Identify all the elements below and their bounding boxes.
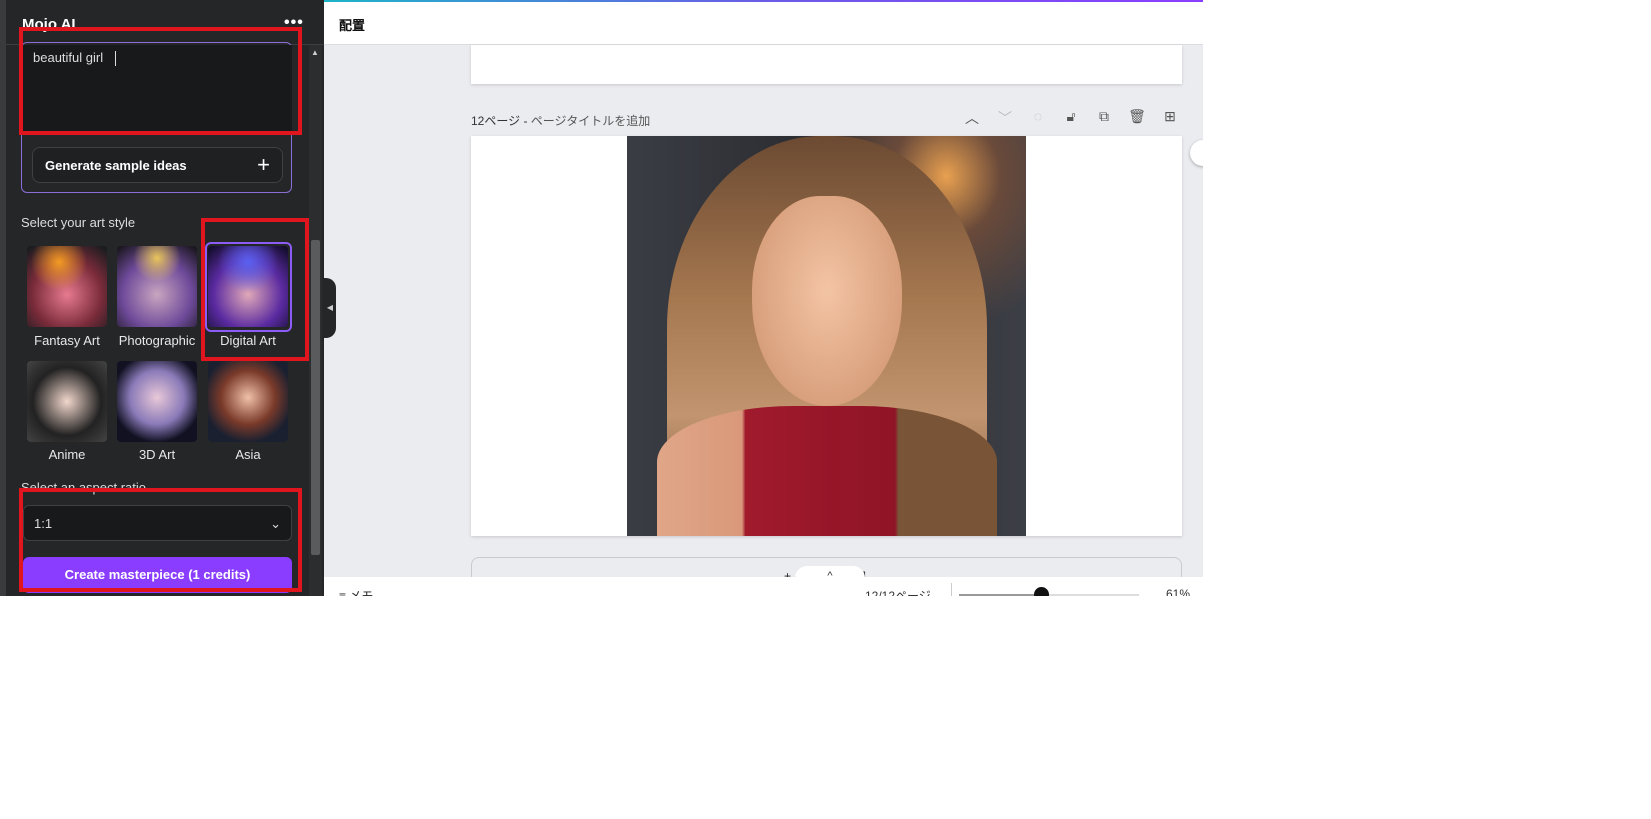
scroll-up-icon[interactable]: ▲ bbox=[311, 48, 319, 57]
scrollbar-thumb[interactable] bbox=[311, 240, 320, 555]
chevron-up-icon[interactable]: ︿ bbox=[963, 108, 981, 128]
side-action-button[interactable] bbox=[1190, 140, 1203, 166]
page-label[interactable]: 12ページ - ページタイトルを追加 bbox=[471, 112, 650, 129]
image-shirt bbox=[657, 406, 997, 536]
lock-icon[interactable]: 🔓︎ bbox=[1062, 108, 1080, 128]
page-number: 12ページ - bbox=[471, 114, 531, 128]
top-toolbar bbox=[324, 0, 1203, 45]
trash-icon[interactable]: 🗑︎ bbox=[1128, 108, 1146, 128]
style-asia[interactable] bbox=[208, 361, 288, 442]
hide-page-icon[interactable]: ◌ bbox=[1029, 108, 1047, 128]
arrange-button[interactable]: 配置 bbox=[339, 15, 365, 34]
style-label-anime: Anime bbox=[48, 447, 86, 462]
image-face bbox=[752, 196, 902, 406]
previous-page[interactable] bbox=[471, 45, 1182, 84]
highlight-box-prompt bbox=[19, 27, 302, 135]
generate-label: Generate sample ideas bbox=[45, 157, 187, 173]
zoom-slider-fill bbox=[959, 594, 1041, 596]
collapse-panel-button[interactable]: ◀ bbox=[324, 278, 336, 338]
generated-image[interactable] bbox=[627, 136, 1026, 536]
page-title-placeholder[interactable]: ページタイトルを追加 bbox=[531, 114, 651, 128]
duplicate-page-icon[interactable]: ⧉ bbox=[1095, 108, 1113, 128]
art-style-label: Select your art style bbox=[21, 215, 136, 230]
brand-gradient-line bbox=[324, 0, 1203, 2]
zoom-value[interactable]: 61% bbox=[1166, 587, 1190, 596]
highlight-box-create bbox=[19, 488, 302, 592]
chevron-down-icon[interactable]: ﹀ bbox=[996, 108, 1014, 128]
plus-icon: + bbox=[257, 152, 270, 177]
add-page-icon[interactable]: ⊞ bbox=[1161, 108, 1179, 128]
zoom-slider-handle[interactable] bbox=[1034, 587, 1049, 596]
style-label-photographic: Photographic bbox=[118, 333, 196, 348]
editor-app: Mojo AI ••• beautiful girl Generate samp… bbox=[0, 0, 1203, 596]
style-label-fantasy-art: Fantasy Art bbox=[34, 333, 100, 348]
scroll-up-chevron-icon[interactable]: ^ bbox=[795, 566, 865, 590]
style-anime[interactable] bbox=[27, 361, 107, 442]
style-label-3d-art: 3D Art bbox=[138, 447, 176, 462]
style-photographic[interactable] bbox=[117, 246, 197, 327]
style-3d-art[interactable] bbox=[117, 361, 197, 442]
rail-strip bbox=[0, 0, 6, 596]
style-fantasy-art[interactable] bbox=[27, 246, 107, 327]
generate-sample-ideas-button[interactable]: Generate sample ideas + bbox=[32, 147, 283, 183]
style-label-asia: Asia bbox=[235, 447, 261, 462]
page-count[interactable]: 12/12ページ bbox=[865, 587, 931, 596]
notes-button[interactable]: ≡ メモ bbox=[339, 587, 373, 596]
page-tools: ︿ ﹀ ◌ 🔓︎ ⧉ 🗑︎ ⊞ bbox=[963, 108, 1179, 128]
divider bbox=[951, 583, 952, 596]
highlight-box-digital-art bbox=[201, 218, 309, 361]
mojo-ai-panel: Mojo AI ••• beautiful girl Generate samp… bbox=[0, 0, 324, 596]
